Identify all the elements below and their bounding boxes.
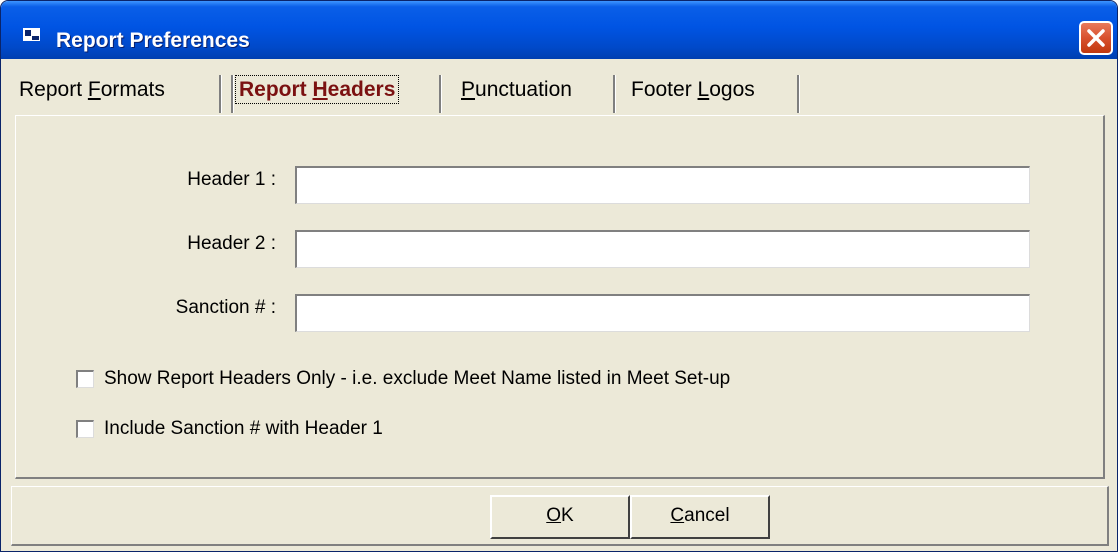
tab-punctuation[interactable]: Punctuation (461, 71, 572, 115)
tab-divider (613, 75, 616, 113)
tab-divider (231, 75, 234, 113)
tab-label-part: unctuation (475, 78, 572, 101)
title-bar[interactable]: Report Preferences (1, 1, 1117, 59)
ok-button[interactable]: OK (490, 495, 630, 539)
sanction-input[interactable] (295, 294, 1030, 332)
button-label: ancel (684, 505, 730, 526)
tab-label-mnemonic: F (87, 78, 101, 101)
button-bar: OK Cancel (11, 486, 1109, 546)
close-button[interactable] (1079, 21, 1113, 55)
tab-label-part: Report (239, 78, 313, 101)
tab-label-mnemonic: H (312, 78, 328, 101)
checkbox-label: Show Report Headers Only - i.e. exclude … (104, 368, 731, 389)
tab-label-part: ogos (709, 78, 755, 101)
window-title: Report Preferences (56, 29, 250, 52)
cancel-button[interactable]: Cancel (630, 495, 770, 539)
window-app-icon (23, 28, 43, 43)
checkbox-box[interactable] (76, 370, 94, 388)
tab-label-mnemonic: P (461, 78, 476, 101)
tab-panel-report-headers: Header 1 : Header 2 : Sanction # : Show … (15, 115, 1105, 479)
header-1-label: Header 1 : (187, 169, 276, 190)
button-label: K (561, 505, 574, 526)
report-preferences-dialog: Report Preferences Report Formats Report… (0, 0, 1118, 552)
tab-footer-logos[interactable]: Footer Logos (631, 71, 755, 115)
button-mnemonic: O (546, 505, 562, 526)
tab-report-formats[interactable]: Report Formats (19, 71, 165, 115)
show-report-headers-only-checkbox[interactable]: Show Report Headers Only - i.e. exclude … (76, 368, 730, 390)
tab-strip: Report Formats Report Headers Punctuatio… (19, 71, 1109, 116)
sanction-label: Sanction # : (175, 297, 276, 318)
tab-label-part: ormats (100, 78, 165, 101)
header-2-input[interactable] (295, 230, 1030, 268)
tab-label-part: Footer (631, 78, 698, 101)
tab-divider (219, 75, 222, 113)
tab-label-mnemonic: L (697, 78, 710, 101)
tab-divider (439, 75, 442, 113)
button-mnemonic: C (670, 505, 685, 526)
tab-label-part: eaders (327, 78, 396, 101)
tab-report-headers[interactable]: Report Headers (235, 71, 400, 115)
close-icon (1087, 29, 1105, 47)
include-sanction-checkbox[interactable]: Include Sanction # with Header 1 (76, 418, 383, 440)
tab-divider (797, 75, 800, 113)
checkbox-box[interactable] (76, 420, 94, 438)
checkbox-label: Include Sanction # with Header 1 (104, 418, 383, 439)
header-2-label: Header 2 : (187, 233, 276, 254)
header-1-input[interactable] (295, 166, 1030, 204)
tab-label-part: Report (19, 78, 88, 101)
